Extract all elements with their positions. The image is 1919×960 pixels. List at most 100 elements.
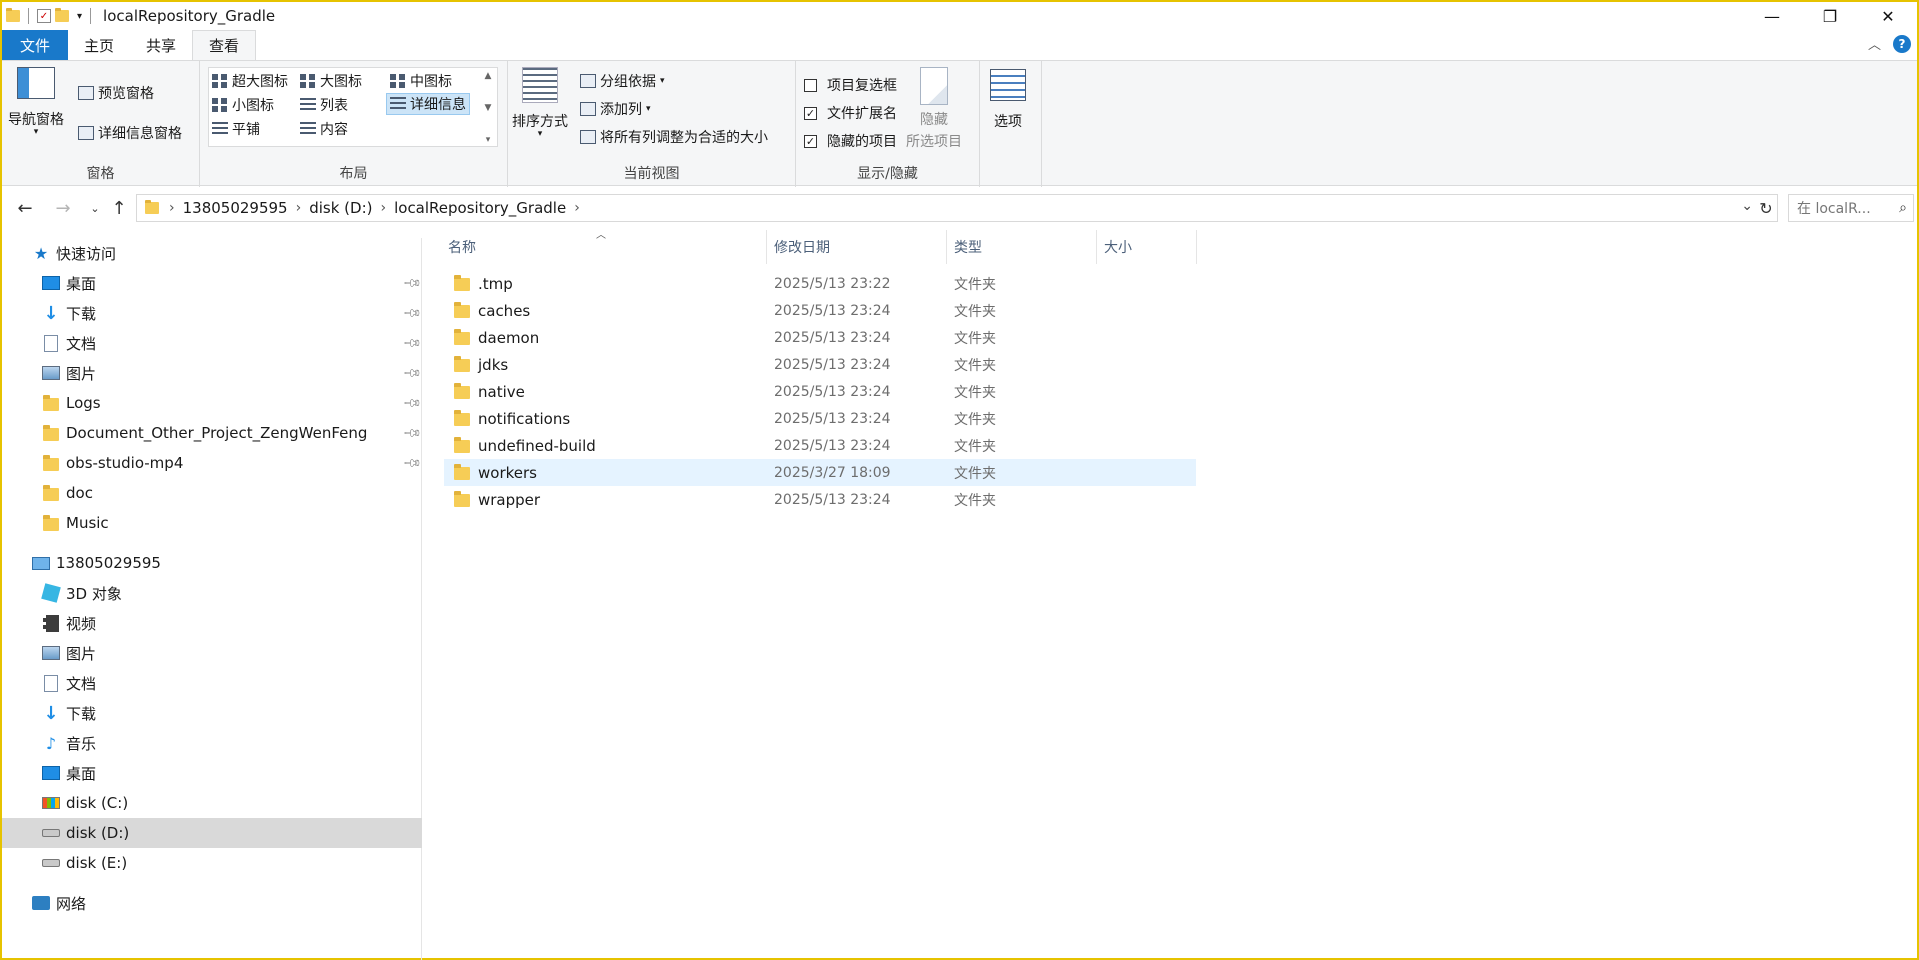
group-by-button[interactable]: 分组依据 ▾: [580, 71, 665, 91]
layout-extra-large-icons[interactable]: 超大图标: [212, 71, 288, 91]
recent-locations-button[interactable]: ⌄: [82, 195, 108, 221]
column-header-type[interactable]: 类型: [954, 230, 982, 264]
sidebar-item-doc[interactable]: doc: [2, 478, 422, 508]
table-row[interactable]: jdks 2025/5/13 23:24 文件夹: [444, 351, 1196, 378]
item-checkboxes-toggle[interactable]: 项目复选框: [804, 75, 897, 95]
layout-tiles[interactable]: 平铺: [212, 119, 260, 139]
sidebar-item-3d-objects[interactable]: 3D 对象: [2, 578, 422, 608]
breadcrumb-separator-icon[interactable]: ›: [380, 200, 386, 216]
table-row[interactable]: .tmp 2025/5/13 23:22 文件夹: [444, 270, 1196, 297]
sidebar-item-this-pc[interactable]: 13805029595: [2, 548, 422, 578]
column-divider[interactable]: [1196, 230, 1197, 264]
tab-share[interactable]: 共享: [130, 30, 192, 60]
address-dropdown-icon[interactable]: ⌄: [1741, 198, 1753, 214]
table-row[interactable]: notifications 2025/5/13 23:24 文件夹: [444, 405, 1196, 432]
sidebar-item-obs-studio-mp4[interactable]: obs-studio-mp4 📌︎: [2, 448, 423, 478]
column-header-modified[interactable]: 修改日期: [774, 230, 830, 264]
search-icon[interactable]: ⌕: [1899, 200, 1907, 216]
sidebar-item-disk-e[interactable]: disk (E:): [2, 848, 422, 878]
breadcrumb-folder[interactable]: localRepository_Gradle: [394, 199, 566, 217]
column-divider[interactable]: [766, 230, 767, 264]
sidebar-item-disk-c[interactable]: disk (C:): [2, 788, 422, 818]
file-extensions-toggle[interactable]: ✓ 文件扩展名: [804, 103, 897, 123]
breadcrumb-drive[interactable]: disk (D:): [309, 199, 372, 217]
hidden-items-checkbox[interactable]: ✓: [804, 134, 817, 148]
table-row[interactable]: wrapper 2025/5/13 23:24 文件夹: [444, 486, 1196, 513]
expand-gallery-icon[interactable]: ▾: [486, 135, 491, 145]
pin-icon[interactable]: 📌︎: [402, 273, 423, 294]
layout-content[interactable]: 内容: [300, 119, 348, 139]
preview-pane-button[interactable]: 预览窗格: [78, 83, 154, 103]
minimize-button[interactable]: —: [1743, 2, 1801, 30]
layout-small-icons[interactable]: 小图标: [212, 95, 274, 115]
sidebar-item-quick-access[interactable]: ★ 快速访问: [2, 238, 422, 268]
sidebar-item-pc-music[interactable]: ♪ 音乐: [2, 728, 422, 758]
sidebar-item-pc-downloads[interactable]: ↓ 下载: [2, 698, 422, 728]
layout-details[interactable]: 详细信息: [386, 93, 470, 115]
scroll-down-icon[interactable]: ▼: [485, 103, 492, 113]
tab-home[interactable]: 主页: [68, 30, 130, 60]
sort-by-button[interactable]: 排序方式 ▾: [512, 67, 568, 139]
file-extensions-checkbox[interactable]: ✓: [804, 106, 817, 120]
sidebar-item-pc-desktop[interactable]: 桌面: [2, 758, 422, 788]
column-header-name[interactable]: 名称: [448, 230, 476, 264]
breadcrumb-separator-icon[interactable]: ›: [574, 200, 580, 216]
sidebar-item-disk-d[interactable]: disk (D:): [2, 818, 422, 848]
pin-icon[interactable]: 📌︎: [402, 423, 423, 444]
back-button[interactable]: ←: [12, 195, 38, 221]
hidden-items-toggle[interactable]: ✓ 隐藏的项目: [804, 131, 897, 151]
collapse-ribbon-icon[interactable]: ︿: [1868, 34, 1881, 53]
breadcrumb-separator-icon[interactable]: ›: [296, 200, 302, 216]
tab-file[interactable]: 文件: [2, 30, 69, 60]
properties-icon[interactable]: ✓: [37, 9, 51, 23]
customize-toolbar-icon[interactable]: ▾: [77, 11, 82, 22]
breadcrumb-pc[interactable]: 13805029595: [183, 199, 288, 217]
sidebar-item-pc-documents[interactable]: 文档: [2, 668, 422, 698]
sidebar-item-music-folder[interactable]: Music: [2, 508, 422, 538]
search-input[interactable]: 在 localR... ⌕: [1788, 194, 1914, 222]
close-button[interactable]: ✕: [1859, 2, 1917, 30]
pin-icon[interactable]: 📌︎: [402, 393, 423, 414]
sidebar-item-downloads[interactable]: ↓ 下载 📌︎: [2, 298, 422, 328]
scroll-up-icon[interactable]: ▲: [485, 71, 492, 81]
sidebar-item-videos[interactable]: 视频: [2, 608, 422, 638]
layout-large-icons[interactable]: 大图标: [300, 71, 362, 91]
tab-view[interactable]: 查看: [192, 30, 257, 60]
hide-selected-button[interactable]: 隐藏 所选项目: [906, 67, 962, 151]
sidebar-item-logs[interactable]: Logs 📌︎: [2, 388, 423, 418]
forward-button[interactable]: →: [50, 195, 76, 221]
layout-gallery-scroll[interactable]: ▲ ▼ ▾: [480, 71, 496, 145]
table-row[interactable]: undefined-build 2025/5/13 23:24 文件夹: [444, 432, 1196, 459]
column-header-size[interactable]: 大小: [1104, 230, 1132, 264]
fit-columns-button[interactable]: 将所有列调整为合适的大小: [580, 127, 768, 147]
refresh-button[interactable]: ↻: [1754, 194, 1778, 222]
table-row[interactable]: daemon 2025/5/13 23:24 文件夹: [444, 324, 1196, 351]
item-checkboxes-checkbox[interactable]: [804, 78, 817, 92]
pin-icon[interactable]: 📌︎: [402, 333, 423, 354]
pin-icon[interactable]: 📌︎: [402, 363, 423, 384]
details-pane-button[interactable]: 详细信息窗格: [78, 123, 182, 143]
table-row[interactable]: caches 2025/5/13 23:24 文件夹: [444, 297, 1196, 324]
nav-pane-button[interactable]: 导航窗格 ▾: [8, 67, 64, 137]
pin-icon[interactable]: 📌︎: [402, 453, 423, 474]
pin-icon[interactable]: 📌︎: [402, 303, 423, 324]
add-columns-button[interactable]: 添加列 ▾: [580, 99, 651, 119]
sidebar-item-document-other-project[interactable]: Document_Other_Project_ZengWenFeng 📌︎: [2, 418, 423, 448]
help-icon[interactable]: ?: [1893, 34, 1911, 53]
sidebar-item-documents[interactable]: 文档 📌︎: [2, 328, 423, 358]
sidebar-item-pictures[interactable]: 图片 📌︎: [2, 358, 423, 388]
maximize-button[interactable]: ❐: [1801, 2, 1859, 30]
sidebar-item-pc-pictures[interactable]: 图片: [2, 638, 422, 668]
up-button[interactable]: ↑: [106, 195, 132, 221]
sidebar-item-desktop[interactable]: 桌面 📌︎: [2, 268, 423, 298]
layout-list[interactable]: 列表: [300, 95, 348, 115]
table-row[interactable]: native 2025/5/13 23:24 文件夹: [444, 378, 1196, 405]
address-bar[interactable]: › 13805029595 › disk (D:) › localReposit…: [136, 194, 1778, 222]
options-button[interactable]: 选项: [990, 69, 1026, 131]
new-folder-icon[interactable]: [55, 8, 69, 22]
column-divider[interactable]: [946, 230, 947, 264]
table-row[interactable]: workers 2025/3/27 18:09 文件夹: [444, 459, 1196, 486]
column-divider[interactable]: [1096, 230, 1097, 264]
layout-medium-icons[interactable]: 中图标: [390, 71, 452, 91]
breadcrumb-separator-icon[interactable]: ›: [169, 200, 175, 216]
